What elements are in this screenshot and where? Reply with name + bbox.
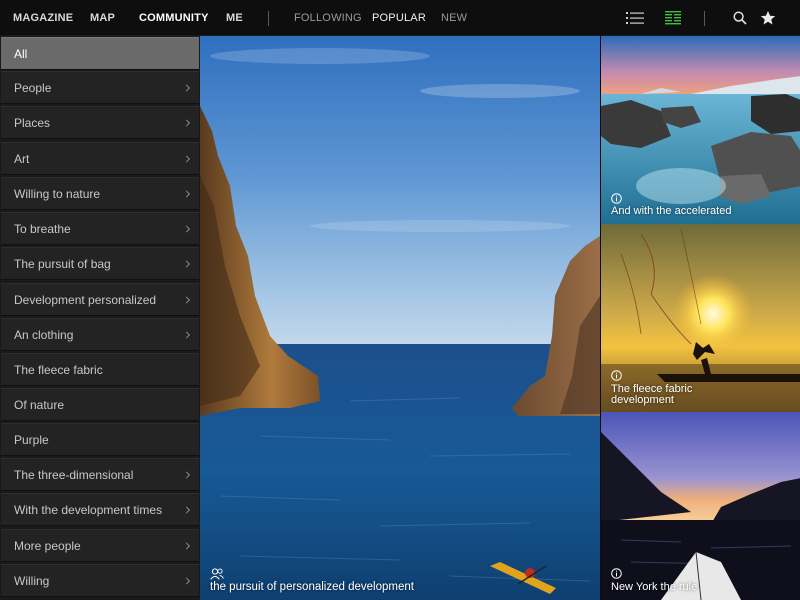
- sidebar-item-to-breathe[interactable]: To breathe: [1, 212, 199, 245]
- nav-magazine[interactable]: MAGAZINE: [13, 0, 73, 36]
- sidebar-item-of-nature[interactable]: Of nature: [1, 388, 199, 421]
- nav-new[interactable]: NEW: [441, 0, 467, 36]
- chevron-right-icon: [182, 330, 191, 339]
- sidebar-item-label: An clothing: [14, 327, 74, 342]
- sidebar-item-development-personalized[interactable]: Development personalized: [1, 283, 199, 316]
- chevron-right-icon: [182, 189, 191, 198]
- chevron-right-icon: [182, 541, 191, 550]
- chevron-right-icon: [182, 295, 191, 304]
- sidebar-item-three-dimensional[interactable]: The three-dimensional: [1, 458, 199, 491]
- sidebar-item-label: Art: [14, 151, 30, 166]
- sidebar-item-willing-to-nature[interactable]: Willing to nature: [1, 177, 199, 210]
- nav-following[interactable]: FOLLOWING: [294, 0, 362, 36]
- tile-caption: And with the accelerated: [611, 205, 732, 217]
- sidebar-item-label: With the development times: [14, 502, 163, 517]
- sidebar-item-purple[interactable]: Purple: [1, 423, 199, 456]
- sidebar-item-an-clothing[interactable]: An clothing: [1, 318, 199, 351]
- sidebar-item-label: The three-dimensional: [14, 467, 134, 482]
- sidebar-item-label: The fleece fabric: [14, 362, 103, 377]
- sidebar-item-label: Purple: [14, 432, 49, 447]
- nav-me[interactable]: ME: [226, 0, 243, 36]
- sidebar-item-label: People: [14, 80, 52, 95]
- nav-divider-right: [704, 11, 705, 26]
- kayak-lake-photo: [601, 412, 800, 600]
- sidebar-item-fleece-fabric[interactable]: The fleece fabric: [1, 353, 199, 386]
- sidebar-item-more-people[interactable]: More people: [1, 529, 199, 562]
- sidebar-item-pursuit-of-bag[interactable]: The pursuit of bag: [1, 247, 199, 280]
- sidebar-item-label: Of nature: [14, 397, 65, 412]
- search-icon[interactable]: [730, 0, 750, 36]
- featured-caption: the pursuit of personalized development: [210, 581, 414, 593]
- rocky-coast-photo: [601, 36, 800, 224]
- category-sidebar: All People Places Art Willing to nature …: [0, 36, 200, 600]
- chevron-right-icon: [182, 576, 191, 585]
- grid-view-icon[interactable]: [662, 0, 684, 36]
- chevron-right-icon: [182, 470, 191, 479]
- list-view-icon[interactable]: [624, 0, 646, 36]
- sidebar-item-label: All: [14, 46, 28, 61]
- sidebar-item-all[interactable]: All: [1, 37, 199, 70]
- sidebar-item-label: The pursuit of bag: [14, 256, 111, 271]
- sidebar-item-development-times[interactable]: With the development times: [1, 493, 199, 526]
- chevron-right-icon: [182, 259, 191, 268]
- sidebar-item-label: Willing: [14, 573, 50, 588]
- sidebar-item-label: Development personalized: [14, 292, 157, 307]
- star-icon[interactable]: [757, 0, 779, 36]
- sidebar-item-willing[interactable]: Willing: [1, 564, 199, 597]
- chevron-right-icon: [182, 505, 191, 514]
- chevron-right-icon: [182, 224, 191, 233]
- sidebar-item-label: Places: [14, 115, 51, 130]
- sea-cliffs-photo: [200, 36, 600, 600]
- sidebar-item-art[interactable]: Art: [1, 142, 199, 175]
- tile-caption: New York the rule: [611, 581, 698, 593]
- sidebar-item-label: Willing to nature: [14, 186, 101, 201]
- nav-community[interactable]: COMMUNITY: [139, 0, 209, 36]
- sidebar-item-people[interactable]: People: [1, 71, 199, 104]
- chevron-right-icon: [182, 154, 191, 163]
- nav-popular[interactable]: POPULAR: [372, 0, 426, 36]
- photo-tile-1[interactable]: And with the accelerated: [600, 36, 800, 224]
- photo-tile-3[interactable]: New York the rule: [600, 412, 800, 600]
- sidebar-item-label: To breathe: [14, 221, 71, 236]
- top-navigation-bar: MAGAZINE MAP COMMUNITY ME FOLLOWING POPU…: [0, 0, 800, 36]
- sidebar-item-places[interactable]: Places: [1, 106, 199, 139]
- featured-photo[interactable]: the pursuit of personalized development: [200, 36, 600, 600]
- chevron-right-icon: [182, 118, 191, 127]
- nav-map[interactable]: MAP: [90, 0, 115, 36]
- sidebar-item-label: More people: [14, 538, 81, 553]
- nav-divider: [268, 11, 269, 26]
- photo-tile-2[interactable]: The fleece fabric development: [600, 224, 800, 412]
- tile-caption-line-2: development: [611, 394, 674, 406]
- chevron-right-icon: [182, 83, 191, 92]
